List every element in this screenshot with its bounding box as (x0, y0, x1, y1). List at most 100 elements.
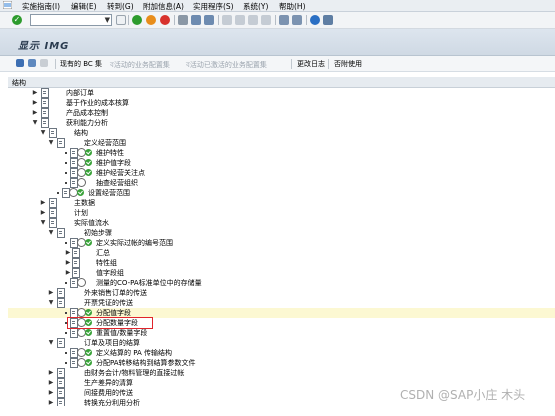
tree-node[interactable]: ▼ 实际值流水 (8, 218, 555, 228)
document-icon[interactable] (57, 298, 65, 308)
document-icon[interactable] (57, 388, 65, 398)
document-icon[interactable] (72, 248, 80, 258)
tree-node[interactable]: 维护值字段 (8, 158, 555, 168)
tree-node[interactable]: ▶ 外来销售订单的传送 (8, 288, 555, 298)
tree-node[interactable]: ▶ 汇总 (8, 248, 555, 258)
execute-check-icon[interactable] (85, 149, 92, 156)
expand-arrow-icon[interactable]: ▶ (32, 89, 38, 97)
tree-node[interactable]: ▼ 初始步骤 (8, 228, 555, 238)
document-icon[interactable] (49, 128, 57, 138)
existing-bc-sets-button[interactable]: 现有的 BC 集 (60, 59, 102, 69)
menu-item-edit[interactable]: 编辑(E) (71, 1, 97, 12)
document-icon[interactable] (41, 108, 49, 118)
execute-check-icon[interactable] (85, 309, 92, 316)
menu-item-utilities[interactable]: 实用程序(S) (193, 1, 234, 12)
enter-check-icon[interactable]: ✓ (12, 15, 22, 25)
tree-node[interactable]: 定义结算的 PA 传输结构 (8, 348, 555, 358)
tree-node[interactable]: 分配PA转移结构到结算参数文件 (8, 358, 555, 368)
expand-arrow-icon[interactable]: ▶ (65, 259, 71, 267)
first-page-icon[interactable] (222, 15, 232, 25)
save-icon[interactable] (116, 15, 126, 25)
expand-arrow-icon[interactable]: ▶ (48, 389, 54, 397)
document-icon[interactable] (41, 98, 49, 108)
execute-check-icon[interactable] (85, 239, 92, 246)
tree-node[interactable]: 定义实际过帐的编号范围 (8, 238, 555, 248)
tree-node[interactable]: 测量的CO-PA标准单位中的存储量 (8, 278, 555, 288)
tree-node[interactable]: ▼ 定义经营范围 (8, 138, 555, 148)
expand-arrow-icon[interactable]: ▶ (65, 269, 71, 277)
document-icon[interactable] (41, 118, 49, 128)
tree-node[interactable]: ▶ 内部订单 (8, 88, 555, 98)
tree-node[interactable]: ▶ 值字段组 (8, 268, 555, 278)
menu-item-system[interactable]: 系统(Y) (243, 1, 268, 12)
expand-arrow-icon[interactable]: ▶ (32, 109, 38, 117)
tree-node[interactable]: 重置值/数量字段 (8, 328, 555, 338)
document-icon[interactable] (57, 288, 65, 298)
collapse-arrow-icon[interactable]: ▼ (48, 299, 54, 307)
find-icon[interactable] (191, 15, 201, 25)
previous-page-icon[interactable] (235, 15, 245, 25)
collapse-arrow-icon[interactable]: ▼ (48, 139, 54, 147)
cancel-icon[interactable] (160, 15, 170, 25)
expand-arrow-icon[interactable]: ▶ (48, 399, 54, 406)
last-page-icon[interactable] (261, 15, 271, 25)
next-page-icon[interactable] (248, 15, 258, 25)
tree-node[interactable]: ▼ 结构 (8, 128, 555, 138)
expand-icon[interactable] (16, 59, 24, 67)
document-icon[interactable] (40, 59, 48, 67)
document-icon[interactable] (57, 398, 65, 406)
document-icon[interactable] (72, 268, 80, 278)
document-icon[interactable] (57, 228, 65, 238)
document-icon[interactable] (57, 338, 65, 348)
execute-check-icon[interactable] (85, 349, 92, 356)
command-field[interactable]: ▼ (30, 14, 112, 26)
document-icon[interactable] (57, 378, 65, 388)
find-next-icon[interactable] (204, 15, 214, 25)
collapse-icon[interactable] (28, 59, 36, 67)
new-session-icon[interactable] (279, 15, 289, 25)
tree-node[interactable]: ▶ 由财务会计/物料管理的直接过帐 (8, 368, 555, 378)
expand-arrow-icon[interactable]: ▶ (65, 249, 71, 257)
expand-arrow-icon[interactable]: ▶ (40, 209, 46, 217)
tree-node[interactable]: 设置经营范围 (8, 188, 555, 198)
document-icon[interactable] (57, 368, 65, 378)
clock-icon[interactable] (77, 278, 86, 287)
exit-icon[interactable] (146, 15, 156, 25)
menu-item-guide[interactable]: 实施指南(I) (22, 1, 60, 12)
execute-check-icon[interactable] (85, 159, 92, 166)
expand-arrow-icon[interactable]: ▶ (48, 369, 54, 377)
collapse-arrow-icon[interactable]: ▼ (48, 339, 54, 347)
help-icon[interactable] (310, 15, 320, 25)
execute-check-icon[interactable] (85, 359, 92, 366)
collapse-arrow-icon[interactable]: ▼ (40, 219, 46, 227)
print-icon[interactable] (178, 15, 188, 25)
document-icon[interactable] (72, 258, 80, 268)
tree-node[interactable]: ▶ 基于作业的成本核算 (8, 98, 555, 108)
expand-arrow-icon[interactable]: ▶ (48, 289, 54, 297)
change-log-button[interactable]: 更改日志 (297, 59, 325, 69)
document-icon[interactable] (49, 208, 57, 218)
menu-item-extras[interactable]: 附加信息(A) (143, 1, 184, 12)
tree-node[interactable]: ▶ 产品成本控制 (8, 108, 555, 118)
execute-check-icon[interactable] (85, 169, 92, 176)
layout-menu-icon[interactable] (323, 15, 333, 25)
tree-node[interactable]: 维护经营关注点 (8, 168, 555, 178)
tree-node[interactable]: ▼ 订单及项目的结算 (8, 338, 555, 348)
document-icon[interactable] (57, 138, 65, 148)
tree-node[interactable]: ▶ 特性组 (8, 258, 555, 268)
document-icon[interactable] (41, 88, 49, 98)
tree-node[interactable]: 抽查经营组织 (8, 178, 555, 188)
expand-arrow-icon[interactable]: ▶ (48, 379, 54, 387)
collapse-arrow-icon[interactable]: ▼ (32, 119, 38, 127)
menu-item-help[interactable]: 帮助(H) (279, 1, 306, 12)
tree-node[interactable]: ▶ 主数据 (8, 198, 555, 208)
expand-arrow-icon[interactable]: ▶ (32, 99, 38, 107)
collapse-arrow-icon[interactable]: ▼ (48, 229, 54, 237)
collapse-arrow-icon[interactable]: ▼ (40, 129, 46, 137)
activated-bc-sets-for-activity-button[interactable]: ব活动已激活的业务配置集 (186, 59, 267, 71)
release-notes-button[interactable]: 否附使用 (334, 59, 362, 69)
activated-bc-sets-button[interactable]: ব活动的业务配置集 (110, 59, 170, 71)
expand-arrow-icon[interactable]: ▶ (40, 199, 46, 207)
chevron-down-icon[interactable]: ▼ (105, 15, 110, 25)
tree-node[interactable]: 维护特性 (8, 148, 555, 158)
